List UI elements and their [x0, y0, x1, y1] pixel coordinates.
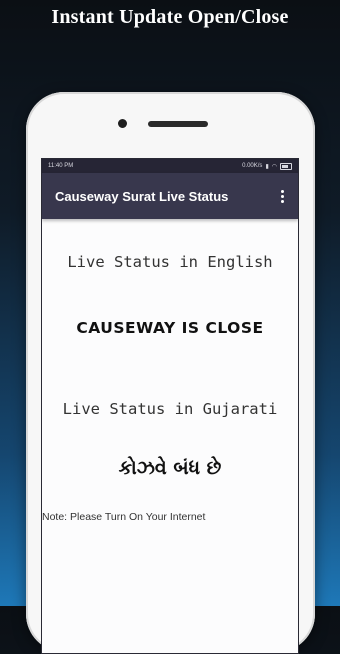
status-icons: 0.00K/s ▮ ◠ — [242, 162, 292, 170]
heading-gujarati: Live Status in Gujarati — [62, 400, 278, 418]
status-time: 11:40 PM — [48, 163, 74, 169]
earpiece-speaker — [148, 121, 208, 127]
front-camera — [118, 119, 127, 128]
heading-english: Live Status in English — [67, 253, 273, 271]
promo-title: Instant Update Open/Close — [51, 6, 289, 28]
network-speed: 0.00K/s — [242, 163, 263, 169]
signal-icon: ▮ — [265, 163, 269, 170]
phone-screen: 11:40 PM 0.00K/s ▮ ◠ Causeway Surat Live… — [41, 158, 299, 654]
battery-icon — [280, 162, 292, 170]
status-gujarati: કોઝવે બંધ છે — [118, 457, 222, 479]
status-bar: 11:40 PM 0.00K/s ▮ ◠ — [42, 159, 298, 173]
more-vert-icon[interactable] — [277, 186, 288, 207]
phone-frame: 11:40 PM 0.00K/s ▮ ◠ Causeway Surat Live… — [26, 92, 315, 654]
app-title: Causeway Surat Live Status — [55, 188, 229, 204]
status-english: CAUSEWAY IS CLOSE — [76, 319, 264, 337]
wifi-icon: ◠ — [271, 163, 277, 170]
internet-note: Note: Please Turn On Your Internet — [42, 511, 206, 523]
app-bar: Causeway Surat Live Status — [42, 173, 298, 219]
